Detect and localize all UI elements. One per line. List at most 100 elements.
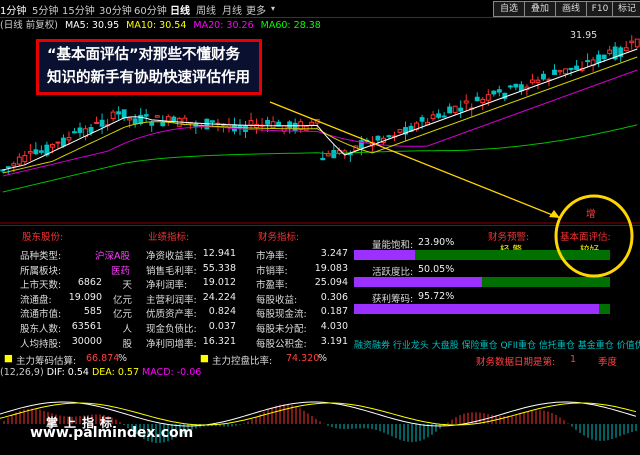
- candle-body: [513, 83, 519, 88]
- callout-arrow: [269, 101, 561, 219]
- tab-60min[interactable]: 60分钟: [134, 2, 167, 17]
- section-industry: 业绩指标:: [148, 232, 190, 243]
- candle-body: [607, 49, 613, 55]
- industry-label: 净利润率:: [146, 280, 188, 292]
- overlay-button[interactable]: 叠加: [524, 1, 556, 17]
- candle-body: [563, 68, 568, 75]
- candle-body: [541, 73, 546, 80]
- candle-body: [77, 127, 83, 133]
- candle-body: [287, 121, 293, 129]
- candle-body: [447, 106, 453, 114]
- tab-monthly[interactable]: 月线: [222, 2, 242, 17]
- candle-body: [11, 163, 17, 167]
- bullet-icon: ■: [200, 353, 209, 364]
- candle-body: [485, 94, 491, 101]
- bar-label: 量能饱和:: [372, 240, 414, 251]
- candle-body: [518, 84, 524, 92]
- candle-body: [375, 135, 381, 141]
- candle-body: [88, 127, 94, 133]
- stock-value: 19.090: [68, 291, 102, 303]
- industry-value: 12.941: [202, 248, 236, 259]
- candle-body: [474, 96, 480, 102]
- mark-button[interactable]: 标记: [612, 1, 640, 17]
- industry-value: 0.824: [208, 306, 236, 318]
- watchlist-button[interactable]: 自选: [493, 1, 525, 17]
- candle-body: [160, 121, 166, 127]
- candle-body: [182, 117, 188, 126]
- candle-body: [16, 156, 22, 165]
- bar-label: 活跃度比:: [372, 267, 414, 278]
- concept-tags: 融资融券 行业龙头 大盘股 保险重仓 QFII重仓 信托重仓 基金重仓 价值优势…: [354, 341, 640, 351]
- finance-value: 3.247: [320, 248, 348, 259]
- candle-body: [171, 116, 177, 122]
- stock-value: 沪深A股: [95, 251, 130, 262]
- stock-unit: 亿元: [112, 294, 132, 306]
- chevron-down-icon[interactable]: ▾: [271, 4, 275, 13]
- candle-body: [574, 65, 579, 70]
- bar-percent: 95.72%: [418, 291, 455, 302]
- industry-value: 16.321: [202, 335, 236, 347]
- tab-5min[interactable]: 5分钟: [32, 2, 58, 17]
- industry-value: 0.037: [208, 321, 236, 332]
- candle-body: [507, 85, 513, 88]
- candle-body: [331, 150, 337, 159]
- candle-body: [132, 118, 138, 125]
- price-high-label: 31.95: [570, 30, 598, 41]
- candle-body: [121, 109, 127, 119]
- candle-body: [149, 122, 155, 126]
- callout-line-1: “基本面评估”对那些不懂财务: [47, 47, 241, 63]
- candle-body: [436, 113, 442, 118]
- candle-body: [72, 131, 77, 134]
- bar-fill: [354, 277, 482, 287]
- candle-body: [397, 129, 403, 133]
- stock-unit: 亿元: [112, 309, 132, 321]
- candle-body: [552, 69, 557, 75]
- annotation-callout: “基本面评估”对那些不懂财务 知识的新手有协助快速评估作用: [36, 39, 262, 95]
- macd-chart[interactable]: [0, 366, 640, 455]
- candle-body: [61, 137, 66, 147]
- f10-button[interactable]: F10: [586, 1, 614, 17]
- watermark-url: www.palmindex.com: [30, 425, 194, 441]
- section-stock: 股东股份:: [22, 232, 64, 243]
- draw-line-button[interactable]: 画线: [555, 1, 587, 17]
- candle-body: [138, 114, 144, 124]
- finance-label: 每股公积金:: [256, 338, 307, 350]
- finance-label: 市销率:: [256, 265, 288, 277]
- industry-value: 19.012: [202, 277, 236, 289]
- bar-percent: 23.90%: [418, 237, 455, 248]
- finance-label: 市净率:: [256, 251, 288, 262]
- tab-1min[interactable]: 1分钟: [0, 2, 26, 17]
- candle-body: [320, 157, 326, 161]
- industry-label: 主营利润率:: [146, 294, 197, 306]
- stock-value: 30000: [71, 335, 102, 347]
- stock-label: 流通市值:: [20, 309, 62, 321]
- industry-label: 优质资产率:: [146, 309, 197, 321]
- highlight-ellipse: [554, 194, 634, 278]
- finance-value: 4.030: [320, 321, 348, 332]
- chips-est-unit: %: [118, 353, 128, 364]
- tab-15min[interactable]: 15分钟: [62, 2, 95, 17]
- stock-unit: 天: [122, 280, 132, 292]
- candle-body: [496, 89, 502, 93]
- candle-body: [110, 111, 116, 119]
- tab-weekly[interactable]: 周线: [196, 2, 216, 17]
- bar-fill: [354, 304, 599, 314]
- tab-more[interactable]: 更多: [246, 2, 266, 17]
- candle-body: [154, 115, 160, 118]
- industry-label: 现金负债比:: [146, 324, 197, 335]
- stock-unit: 股: [122, 338, 132, 350]
- finance-label: 每股收益:: [256, 294, 298, 306]
- tab-daily[interactable]: 日线: [170, 2, 190, 17]
- candle-body: [419, 117, 425, 122]
- candle-body: [441, 115, 447, 118]
- tab-30min[interactable]: 30分钟: [99, 2, 132, 17]
- candle-body: [66, 137, 72, 141]
- stock-label: 流通盘:: [20, 294, 52, 306]
- finance-value: 0.187: [320, 306, 348, 318]
- finance-value: 25.094: [314, 277, 348, 289]
- candle-body: [601, 54, 607, 60]
- candle-body: [623, 47, 629, 52]
- stock-value: 医药: [110, 265, 130, 277]
- stock-value: 63561: [71, 321, 102, 332]
- section-warning: 财务预警:: [488, 232, 530, 243]
